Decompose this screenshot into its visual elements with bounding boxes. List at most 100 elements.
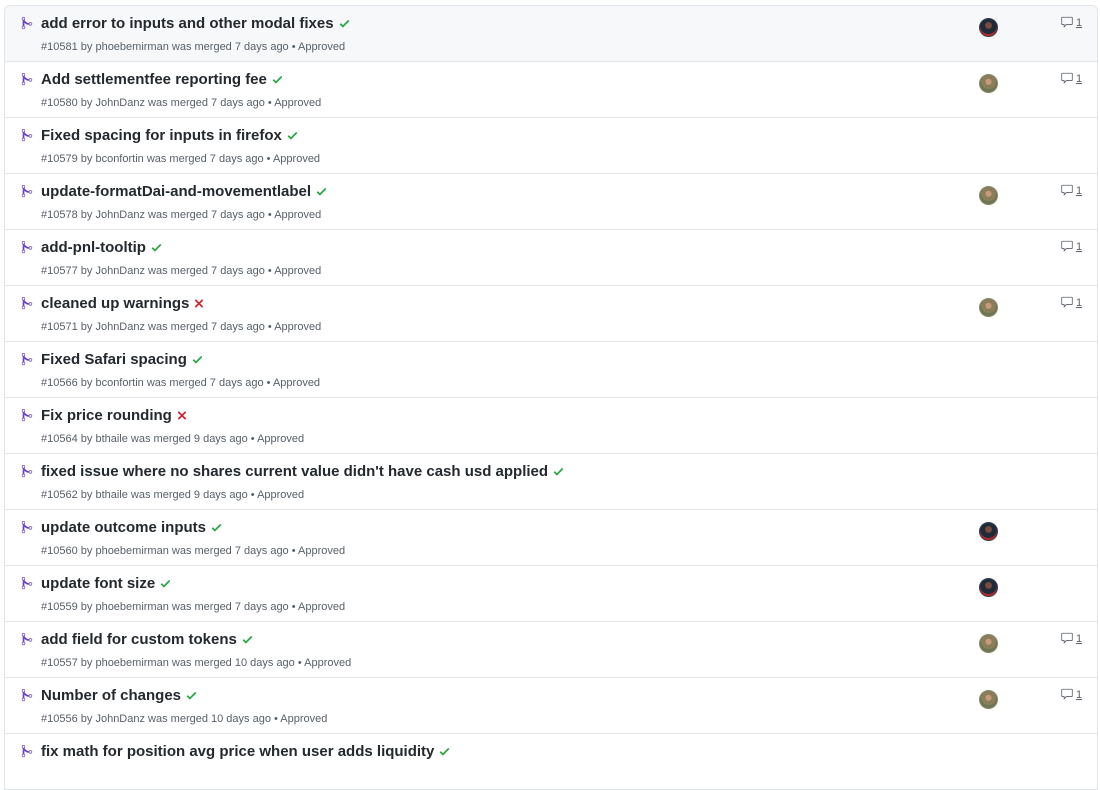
pull-request-list: add error to inputs and other modal fixe… [4,5,1098,790]
merged-pr-icon [21,16,35,30]
pull-request-row: Add settlementfee reporting fee #10580 b… [5,62,1097,118]
merged-pr-icon [21,520,35,534]
failure-x-icon[interactable] [193,297,207,311]
pr-merge-info: by phoebemirman was merged 7 days ago • … [80,545,346,557]
comment-icon [1061,72,1073,84]
assignee-avatar[interactable] [979,578,998,597]
assignee-avatar[interactable] [979,18,998,37]
pr-number: #10581 [41,41,78,53]
pr-merge-info: by JohnDanz was merged 10 days ago • App… [80,713,328,725]
assignee-avatar[interactable] [979,298,998,317]
merged-pr-icon [21,296,35,310]
pull-request-row: cleaned up warnings #10571 by JohnDanz w… [5,286,1097,342]
pr-number: #10564 [41,433,78,445]
comment-count: 1 [1076,633,1083,645]
pr-title-link[interactable]: cleaned up warnings [41,295,189,312]
pr-merge-info: by bconfortin was merged 7 days ago • Ap… [80,377,321,389]
pr-title-link[interactable]: update-formatDai-and-movementlabel [41,183,311,200]
comment-icon [1061,688,1073,700]
pr-meta: #10578 by JohnDanz was merged 7 days ago… [41,209,321,221]
pr-number: #10556 [41,713,78,725]
success-check-icon[interactable] [271,73,285,87]
success-check-icon[interactable] [315,185,329,199]
pr-meta: #10580 by JohnDanz was merged 7 days ago… [41,97,321,109]
success-check-icon[interactable] [210,521,224,535]
pull-request-row: Fix price rounding #10564 by bthaile was… [5,398,1097,454]
pr-title-link[interactable]: Add settlementfee reporting fee [41,71,267,88]
pr-meta: #10557 by phoebemirman was merged 10 day… [41,657,351,669]
success-check-icon[interactable] [438,745,452,759]
merged-pr-icon [21,72,35,86]
pr-merge-info: by phoebemirman was merged 7 days ago • … [80,601,346,613]
comment-count: 1 [1076,17,1083,29]
comment-count-link[interactable]: 1 [1060,688,1082,701]
pr-title-link[interactable]: Fixed spacing for inputs in firefox [41,127,282,144]
pull-request-row: update-formatDai-and-movementlabel #1057… [5,174,1097,230]
pr-title-link[interactable]: add error to inputs and other modal fixe… [41,15,334,32]
success-check-icon[interactable] [286,129,300,143]
pull-request-row: update outcome inputs #10560 by phoebemi… [5,510,1097,566]
pr-title-link[interactable]: Number of changes [41,687,181,704]
pr-merge-info: by JohnDanz was merged 7 days ago • Appr… [80,321,322,333]
pull-request-row: fix math for position avg price when use… [5,734,1097,790]
pr-title-link[interactable]: fix math for position avg price when use… [41,743,434,760]
success-check-icon[interactable] [191,353,205,367]
pr-title-link[interactable]: update outcome inputs [41,519,206,536]
pr-merge-info: by JohnDanz was merged 7 days ago • Appr… [80,265,322,277]
pr-number: #10557 [41,657,78,669]
pr-merge-info: by phoebemirman was merged 10 days ago •… [80,657,352,669]
pr-meta: #10562 by bthaile was merged 9 days ago … [41,489,304,501]
merged-pr-icon [21,576,35,590]
pr-number: #10566 [41,377,78,389]
comment-count-link[interactable]: 1 [1060,184,1082,197]
merged-pr-icon [21,128,35,142]
pr-meta: #10581 by phoebemirman was merged 7 days… [41,41,345,53]
assignee-avatar[interactable] [979,74,998,93]
success-check-icon[interactable] [552,465,566,479]
success-check-icon[interactable] [338,17,352,31]
pr-merge-info: by bconfortin was merged 7 days ago • Ap… [80,153,321,165]
failure-x-icon[interactable] [176,409,190,423]
comment-count: 1 [1076,185,1083,197]
comment-icon [1061,16,1073,28]
pr-number: #10578 [41,209,78,221]
pull-request-row: add-pnl-tooltip #10577 by JohnDanz was m… [5,230,1097,286]
comment-count: 1 [1076,73,1083,85]
pr-title-link[interactable]: update font size [41,575,155,592]
success-check-icon[interactable] [159,577,173,591]
pr-title-link[interactable]: Fix price rounding [41,407,172,424]
assignee-avatar[interactable] [979,690,998,709]
pr-title-link[interactable]: Fixed Safari spacing [41,351,187,368]
pull-request-row: Fixed spacing for inputs in firefox #105… [5,118,1097,174]
comment-count-link[interactable]: 1 [1060,632,1082,645]
comment-count-link[interactable]: 1 [1060,16,1082,29]
pr-title-link[interactable]: fixed issue where no shares current valu… [41,463,548,480]
pr-title-link[interactable]: add field for custom tokens [41,631,237,648]
comment-count-link[interactable]: 1 [1060,240,1082,253]
merged-pr-icon [21,184,35,198]
pr-merge-info: by bthaile was merged 9 days ago • Appro… [80,433,305,445]
merged-pr-icon [21,632,35,646]
comment-count-link[interactable]: 1 [1060,72,1082,85]
pr-number: #10559 [41,601,78,613]
assignee-avatar[interactable] [979,522,998,541]
success-check-icon[interactable] [150,241,164,255]
pr-meta: #10566 by bconfortin was merged 7 days a… [41,377,320,389]
merged-pr-icon [21,744,35,758]
comment-count-link[interactable]: 1 [1060,296,1082,309]
pr-number: #10579 [41,153,78,165]
pr-number: #10562 [41,489,78,501]
merged-pr-icon [21,240,35,254]
pull-request-row: Number of changes #10556 by JohnDanz was… [5,678,1097,734]
success-check-icon[interactable] [185,689,199,703]
comment-count: 1 [1076,689,1083,701]
assignee-avatar[interactable] [979,634,998,653]
comment-icon [1061,296,1073,308]
success-check-icon[interactable] [241,633,255,647]
merged-pr-icon [21,352,35,366]
pr-title-link[interactable]: add-pnl-tooltip [41,239,146,256]
merged-pr-icon [21,408,35,422]
assignee-avatar[interactable] [979,186,998,205]
pr-meta: #10577 by JohnDanz was merged 7 days ago… [41,265,321,277]
merged-pr-icon [21,688,35,702]
